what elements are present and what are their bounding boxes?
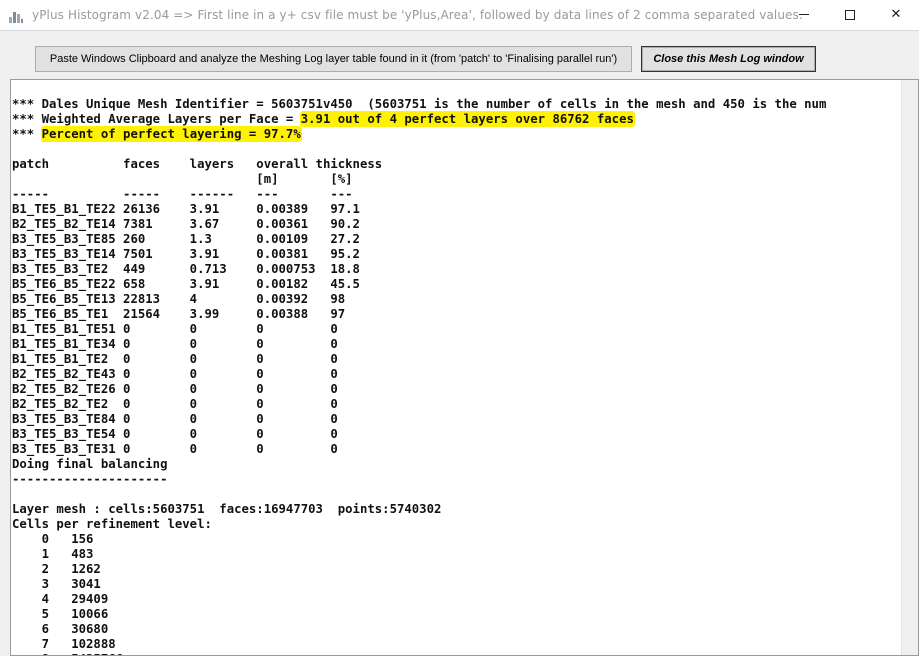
table-row: B2_TE5_B2_TE26 0 0 0 0 (12, 382, 338, 396)
window-title: yPlus Histogram v2.04 => First line in a… (32, 8, 803, 22)
log-line: Cells per refinement level: (12, 517, 212, 531)
refinement-level-row: 7 102888 (12, 637, 116, 651)
table-row: B5_TE6_B5_TE13 22813 4 0.00392 98 (12, 292, 346, 306)
table-row: B5_TE6_B5_TE1 21564 3.99 0.00388 97 (12, 307, 346, 321)
close-mesh-log-button[interactable]: Close this Mesh Log window (641, 46, 816, 72)
table-units-row: [m] [%] (12, 172, 353, 186)
minimize-icon (799, 14, 809, 15)
mesh-log-textbox[interactable]: *** Dales Unique Mesh Identifier = 56037… (10, 79, 919, 656)
close-window-button[interactable]: ✕ (873, 0, 919, 30)
log-line: --------------------- (12, 472, 168, 486)
close-icon: ✕ (890, 7, 902, 22)
log-blank-line (12, 142, 826, 157)
table-column-headers: patch faces layers overall thickness (12, 157, 383, 171)
highlighted-summary-text: 3.91 out of 4 perfect layers over 86762 … (300, 112, 634, 126)
log-summary-prefix: *** Weighted Average Layers per Face = (12, 112, 301, 126)
table-row: B3_TE5_B3_TE85 260 1.3 0.00109 27.2 (12, 232, 360, 246)
refinement-level-row: 1 483 (12, 547, 94, 561)
table-row: B3_TE5_B3_TE31 0 0 0 0 (12, 442, 338, 456)
refinement-level-row: 0 156 (12, 532, 94, 546)
table-row: B1_TE5_B1_TE51 0 0 0 0 (12, 322, 338, 336)
table-divider: ----- ----- ------ --- --- (12, 187, 353, 201)
table-row: B3_TE5_B3_TE2 449 0.713 0.000753 18.8 (12, 262, 360, 276)
table-row: B1_TE5_B1_TE2 0 0 0 0 (12, 352, 338, 366)
refinement-level-row: 8 5425766 (12, 652, 826, 655)
refinement-level-row: 2 1262 (12, 562, 101, 576)
minimize-button[interactable] (781, 0, 827, 30)
table-row: B3_TE5_B3_TE54 0 0 0 0 (12, 427, 338, 441)
maximize-button[interactable] (827, 0, 873, 30)
highlighted-summary-text: Percent of perfect layering = 97.7% (41, 127, 301, 141)
log-lines: *** Dales Unique Mesh Identifier = 56037… (12, 97, 826, 655)
table-row: B3_TE5_B3_TE84 0 0 0 0 (12, 412, 338, 426)
log-line: Layer mesh : cells:5603751 faces:1694770… (12, 502, 442, 516)
table-row: B2_TE5_B2_TE2 0 0 0 0 (12, 397, 338, 411)
toolbar: Paste Windows Clipboard and analyze the … (0, 30, 919, 78)
table-row: B2_TE5_B2_TE14 7381 3.67 0.00361 90.2 (12, 217, 360, 231)
refinement-level-row: 5 10066 (12, 607, 109, 621)
refinement-level-row: 6 30680 (12, 622, 109, 636)
vertical-scrollbar[interactable] (901, 80, 918, 655)
table-row: B1_TE5_B1_TE34 0 0 0 0 (12, 337, 338, 351)
histogram-app-icon[interactable] (8, 8, 24, 24)
table-row: B2_TE5_B2_TE43 0 0 0 0 (12, 367, 338, 381)
log-summary-line: *** Dales Unique Mesh Identifier = 56037… (12, 97, 826, 112)
log-summary-prefix: *** (12, 127, 42, 141)
log-summary-line: *** Percent of perfect layering = 97.7% (12, 127, 826, 142)
refinement-level-row: 4 29409 (12, 592, 109, 606)
refinement-level-row: 3 3041 (12, 577, 101, 591)
table-row: B3_TE5_B3_TE14 7501 3.91 0.00381 95.2 (12, 247, 360, 261)
paste-clipboard-button[interactable]: Paste Windows Clipboard and analyze the … (35, 46, 632, 72)
log-line: Doing final balancing (12, 457, 168, 471)
log-summary-prefix: *** Dales Unique Mesh Identifier = 56037… (12, 97, 827, 111)
log-summary-line: *** Weighted Average Layers per Face = 3… (12, 112, 826, 127)
maximize-icon (845, 10, 855, 20)
table-row: B5_TE6_B5_TE22 658 3.91 0.00182 45.5 (12, 277, 360, 291)
table-row: B1_TE5_B1_TE22 26136 3.91 0.00389 97.1 (12, 202, 360, 216)
title-bar: yPlus Histogram v2.04 => First line in a… (0, 0, 919, 30)
